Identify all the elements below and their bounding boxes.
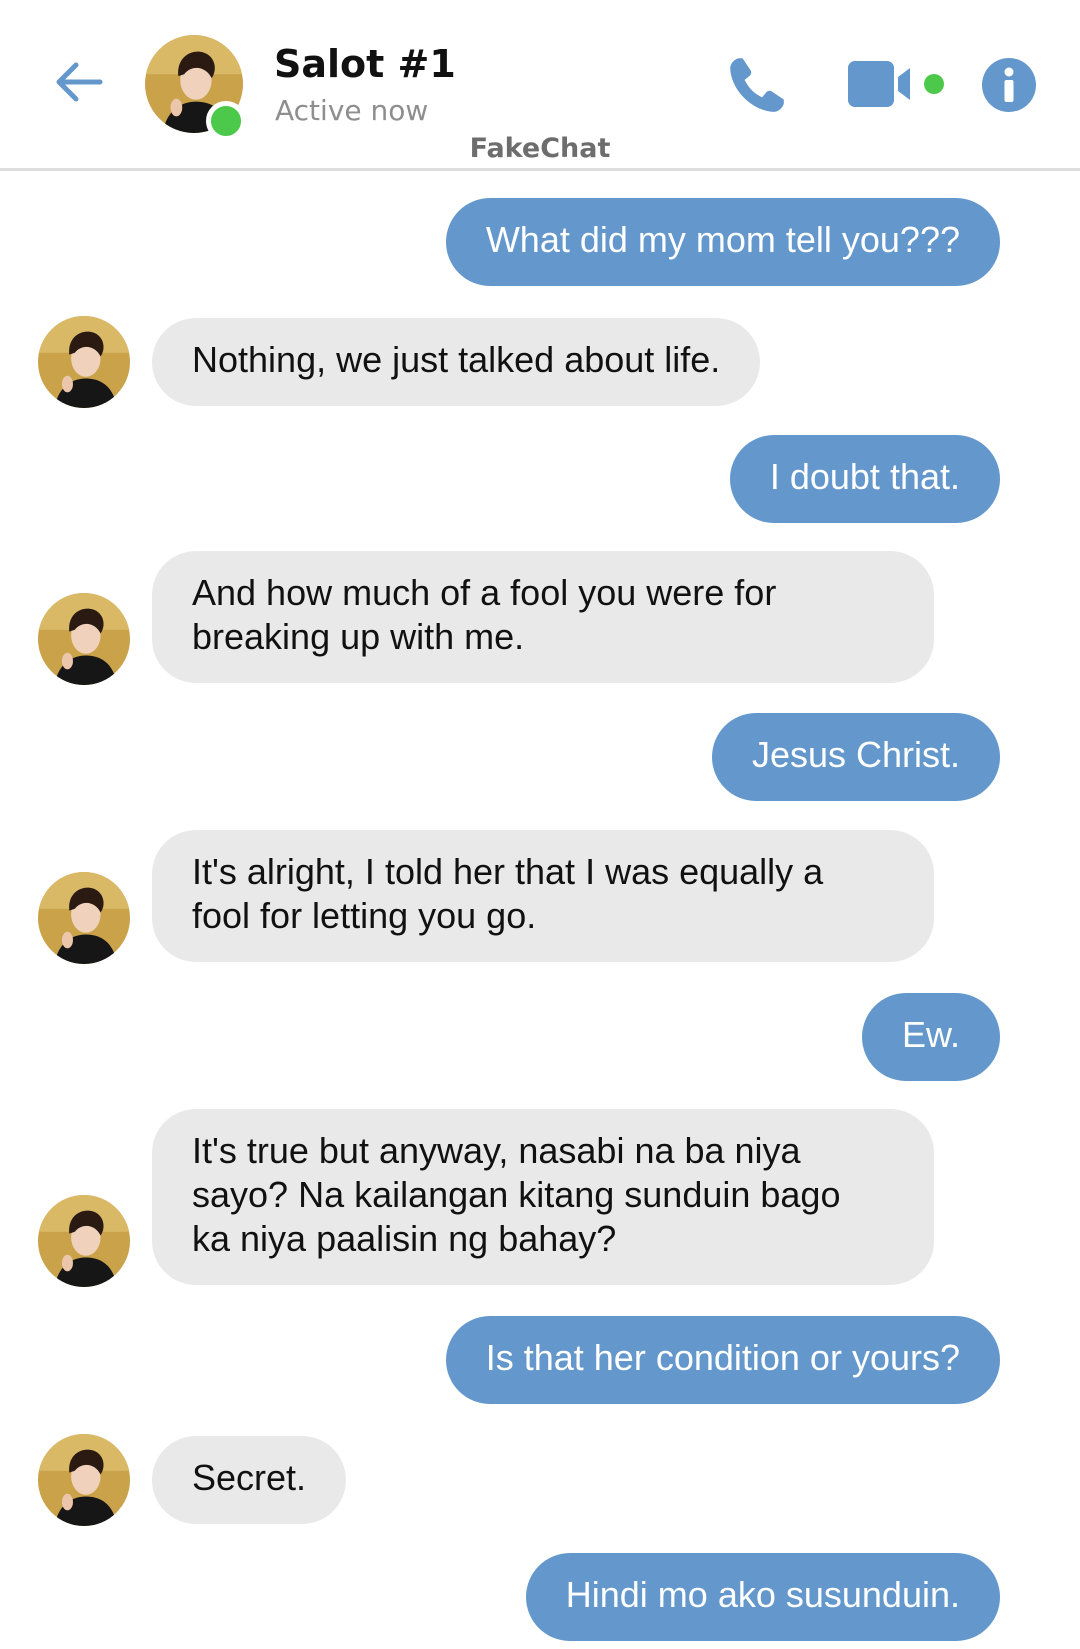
sender-avatar[interactable] bbox=[38, 1195, 130, 1287]
message-row: Secret. bbox=[0, 1436, 1080, 1524]
message-text: Hindi mo ako susunduin. bbox=[565, 1574, 960, 1615]
message-text: Jesus Christ. bbox=[751, 734, 960, 775]
received-message-bubble[interactable]: It's alright, I told her that I was equa… bbox=[152, 830, 934, 962]
video-call-button[interactable] bbox=[848, 57, 948, 113]
voice-call-button[interactable] bbox=[724, 52, 790, 118]
received-message-bubble[interactable]: It's true but anyway, nasabi na ba niya … bbox=[152, 1109, 934, 1285]
message-text-line: It's true but anyway, nasabi na ba niya bbox=[192, 1130, 801, 1171]
message-row: And how much of a fool you were for brea… bbox=[0, 551, 1080, 683]
message-text: Is that her condition or yours? bbox=[485, 1337, 960, 1378]
message-text-line: ka niya paalisin ng bahay? bbox=[192, 1218, 617, 1259]
sent-message-bubble[interactable]: Hindi mo ako susunduin. bbox=[525, 1553, 1000, 1641]
sent-message-bubble[interactable]: Jesus Christ. bbox=[711, 713, 1000, 801]
info-button[interactable] bbox=[980, 56, 1038, 114]
sent-message-bubble[interactable]: I doubt that. bbox=[729, 435, 1000, 523]
message-text: Secret. bbox=[192, 1457, 307, 1498]
watermark: FakeChat bbox=[469, 133, 611, 164]
message-row: Is that her condition or yours? bbox=[0, 1316, 1080, 1404]
received-message-bubble[interactable]: And how much of a fool you were for brea… bbox=[152, 551, 934, 683]
message-text-line: sayo? Na kailangan kitang sunduin bago bbox=[192, 1174, 841, 1215]
message-row: Ew. bbox=[0, 993, 1080, 1081]
contact-name[interactable]: Salot #1 bbox=[274, 42, 456, 86]
sent-message-bubble[interactable]: What did my mom tell you??? bbox=[445, 198, 1000, 286]
message-text-line: breaking up with me. bbox=[192, 616, 525, 657]
sender-avatar[interactable] bbox=[38, 872, 130, 964]
message-text: I doubt that. bbox=[769, 456, 960, 497]
info-icon bbox=[982, 58, 1036, 112]
sent-message-bubble[interactable]: Ew. bbox=[861, 993, 1000, 1081]
arrow-left-icon bbox=[56, 62, 103, 102]
message-text: Nothing, we just talked about life. bbox=[192, 339, 721, 380]
message-text: What did my mom tell you??? bbox=[485, 219, 960, 260]
message-row: It's alright, I told her that I was equa… bbox=[0, 830, 1080, 962]
received-message-bubble[interactable]: Nothing, we just talked about life. bbox=[152, 318, 761, 406]
message-row: What did my mom tell you??? bbox=[0, 198, 1080, 286]
sender-avatar[interactable] bbox=[38, 316, 130, 408]
message-text: Ew. bbox=[901, 1014, 960, 1055]
message-row: I doubt that. bbox=[0, 435, 1080, 523]
chat-header: Salot #1 Active now FakeChat bbox=[0, 0, 1080, 171]
phone-icon bbox=[730, 58, 784, 112]
back-button[interactable] bbox=[50, 52, 110, 112]
sent-message-bubble[interactable]: Is that her condition or yours? bbox=[445, 1316, 1000, 1404]
video-camera-icon bbox=[848, 61, 944, 107]
sender-avatar[interactable] bbox=[38, 593, 130, 685]
message-text-line: It's alright, I told her that I was equa… bbox=[192, 851, 824, 892]
received-message-bubble[interactable]: Secret. bbox=[152, 1436, 347, 1524]
message-row: Jesus Christ. bbox=[0, 713, 1080, 801]
message-text-line: fool for letting you go. bbox=[192, 895, 537, 936]
message-row: Hindi mo ako susunduin. bbox=[0, 1553, 1080, 1641]
message-text-line: And how much of a fool you were for bbox=[192, 572, 777, 613]
message-row: Nothing, we just talked about life. bbox=[0, 318, 1080, 406]
message-row: It's true but anyway, nasabi na ba niya … bbox=[0, 1109, 1080, 1285]
sender-avatar[interactable] bbox=[38, 1434, 130, 1526]
contact-status: Active now bbox=[275, 94, 429, 127]
